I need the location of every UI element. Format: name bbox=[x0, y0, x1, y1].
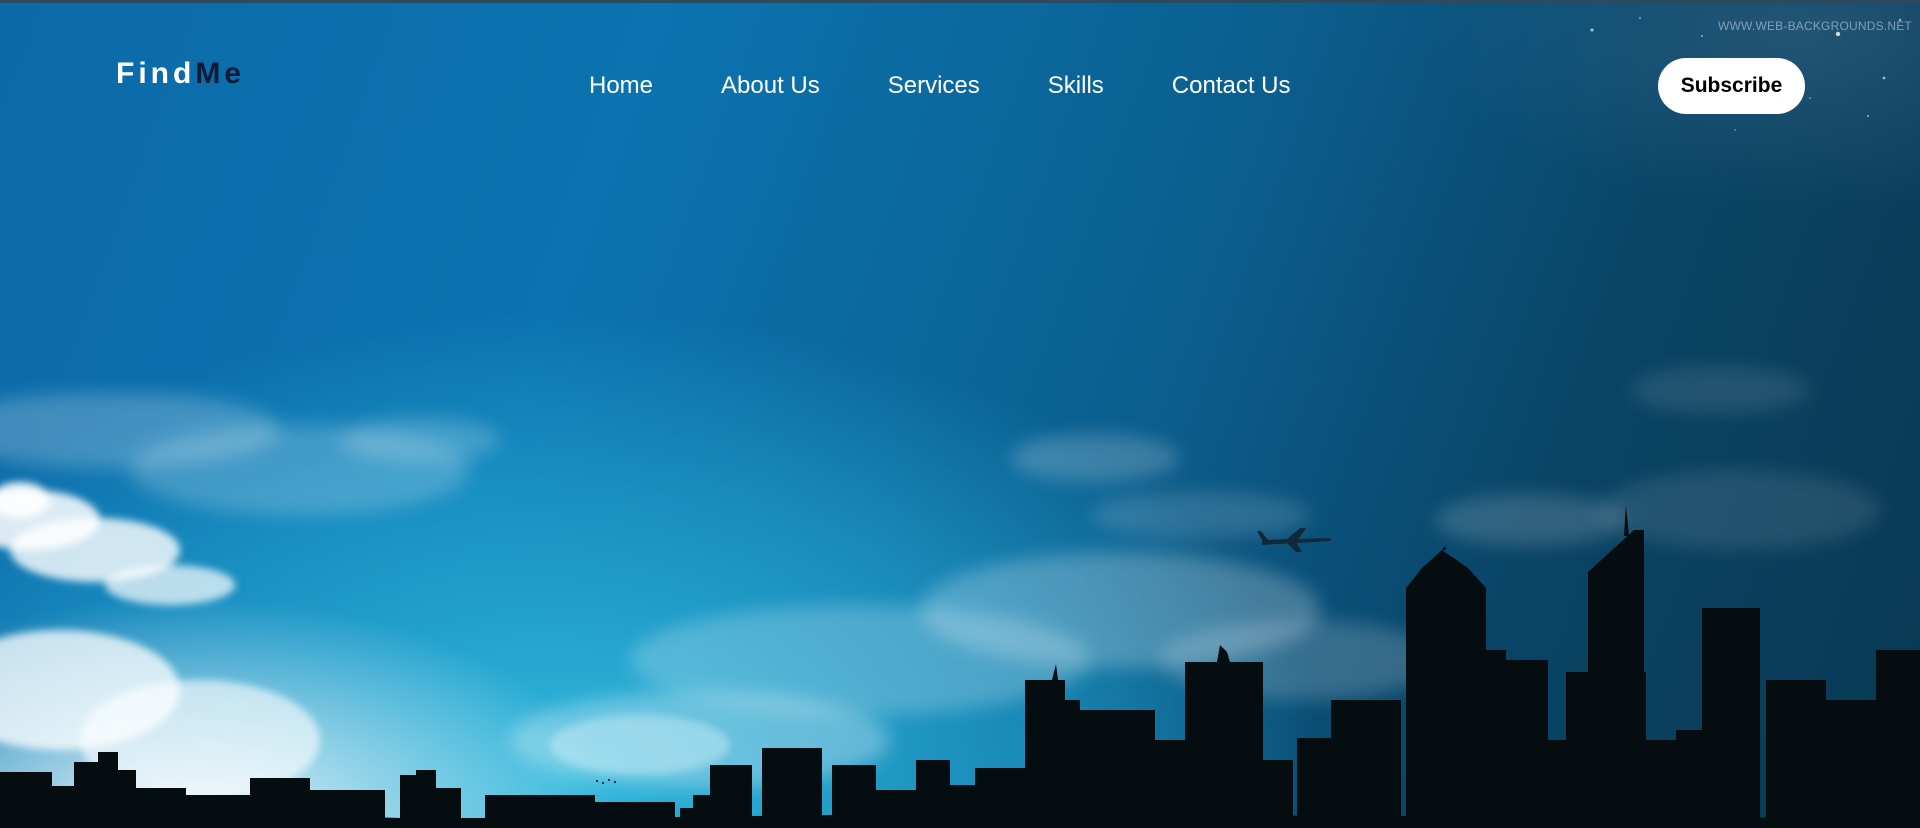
site-logo[interactable]: FindMe bbox=[116, 56, 245, 92]
site-header: FindMe Home About Us Services Skills Con… bbox=[0, 0, 1920, 130]
nav-contact-us[interactable]: Contact Us bbox=[1172, 68, 1291, 104]
nav-about-us[interactable]: About Us bbox=[721, 68, 820, 104]
logo-text-find: Find bbox=[116, 57, 196, 90]
nav-services[interactable]: Services bbox=[888, 68, 980, 104]
subscribe-button[interactable]: Subscribe bbox=[1658, 58, 1805, 114]
main-nav: Home About Us Services Skills Contact Us bbox=[589, 68, 1291, 104]
nav-skills[interactable]: Skills bbox=[1048, 68, 1104, 104]
nav-home[interactable]: Home bbox=[589, 68, 653, 104]
logo-text-me: Me bbox=[195, 57, 245, 90]
